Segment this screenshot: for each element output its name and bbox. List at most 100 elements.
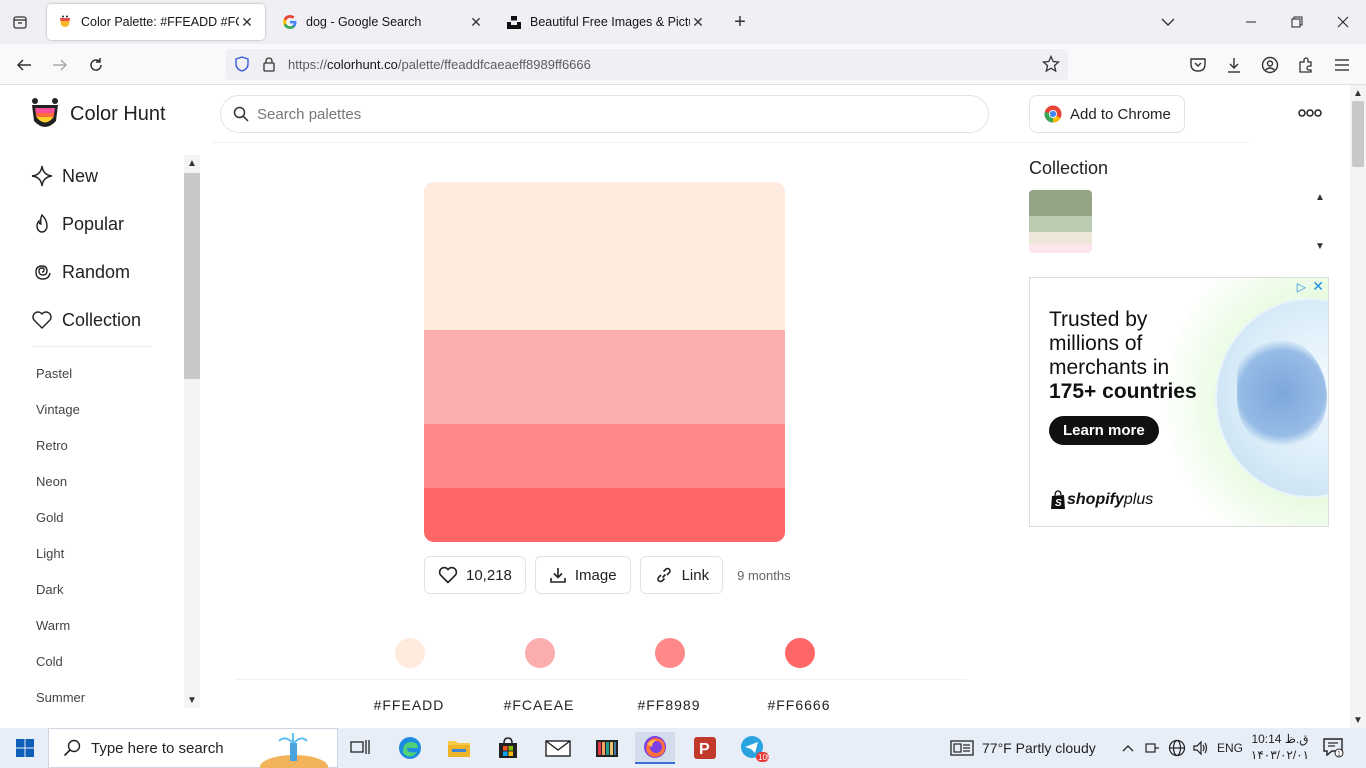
tag-link-vintage[interactable]: Vintage [36,402,80,417]
scroll-down-arrow-icon[interactable]: ▼ [184,692,200,708]
tag-link-summer[interactable]: Summer [36,690,85,705]
tag-link-dark[interactable]: Dark [36,582,63,597]
add-to-chrome-button[interactable]: Add to Chrome [1029,95,1185,133]
telegram-taskbar-button[interactable]: 105 [734,732,774,764]
page-scrollbar[interactable]: ▲ ▼ [1350,85,1366,728]
extensions-button[interactable] [1293,52,1319,78]
tag-link-warm[interactable]: Warm [36,618,70,633]
more-options-button[interactable] [1296,103,1324,123]
firefox-taskbar-button[interactable] [635,732,675,764]
downloads-button[interactable] [1221,52,1247,78]
edge-taskbar-button[interactable] [390,732,430,764]
tab-overflow-button[interactable] [1156,10,1180,34]
sidebar-item-popular[interactable]: Popular [30,209,124,239]
tab-unsplash[interactable]: Beautiful Free Images & Pictures ✕ [496,4,716,40]
palette-swatch-1[interactable] [424,182,785,330]
scroll-up-arrow-icon[interactable]: ▲ [184,155,200,171]
volume-button[interactable] [1191,738,1211,758]
telegram-badge: 105 [758,753,769,762]
weather-widget[interactable]: 77°F Partly cloudy [950,728,1096,768]
store-taskbar-button[interactable] [488,732,528,764]
tag-link-cold[interactable]: Cold [36,654,63,669]
hex-code-3[interactable]: #FF8989 [619,697,719,713]
colorhunt-logo[interactable]: Color Hunt [28,97,166,131]
forward-button[interactable] [47,52,73,78]
url-bar[interactable]: https://colorhunt.co/palette/ffeaddfcaea… [226,49,1068,80]
psiphon-taskbar-button[interactable]: P [685,732,725,764]
tag-link-retro[interactable]: Retro [36,438,68,453]
restore-button[interactable] [1282,8,1312,36]
tracking-protection-icon[interactable] [234,56,250,77]
color-dot-1[interactable] [395,638,425,668]
app-menu-button[interactable] [1329,52,1355,78]
pocket-button[interactable] [1185,52,1211,78]
palette-swatch-3[interactable] [424,424,785,488]
close-ad-icon[interactable]: ✕ [1312,278,1324,295]
page-scroll-thumb[interactable] [1352,101,1364,167]
sidebar-item-random[interactable]: Random [30,257,130,287]
taskbar-clock[interactable]: 10:14 ق.ظ ۱۴۰۳/۰۲/۰۱ [1250,731,1310,763]
language-indicator[interactable]: ENG [1216,738,1244,758]
app-taskbar-button[interactable] [587,732,627,764]
close-tab-icon[interactable]: ✕ [468,14,484,30]
palette-swatch-2[interactable] [424,330,785,424]
scroll-down-arrow-icon[interactable]: ▼ [1350,712,1366,728]
like-button[interactable]: 10,218 [424,556,526,594]
tab-google-search[interactable]: dog - Google Search ✕ [272,4,494,40]
network-button[interactable] [1167,738,1187,758]
tag-link-light[interactable]: Light [36,546,64,561]
sidebar-scrollbar[interactable]: ▲ ▼ [184,155,200,708]
color-dot-2[interactable] [525,638,555,668]
color-dot-4[interactable] [785,638,815,668]
scroll-down-arrow-icon[interactable]: ▼ [1313,239,1327,253]
download-image-button[interactable]: Image [534,556,631,594]
lock-icon[interactable] [262,56,276,77]
close-tab-icon[interactable]: ✕ [239,14,255,30]
tag-link-neon[interactable]: Neon [36,474,67,489]
new-tab-button[interactable]: + [728,10,752,34]
hex-code-1[interactable]: #FFEADD [359,697,459,713]
sidebar-scroll-thumb[interactable] [184,173,200,379]
sidebar-item-collection[interactable]: Collection [30,305,141,335]
search-bar[interactable] [220,95,989,133]
palette-swatch-4[interactable] [424,488,785,542]
task-view-button[interactable] [340,732,380,764]
back-button[interactable] [11,52,37,78]
bookmark-star-icon[interactable] [1041,54,1061,78]
collection-palette-thumb[interactable] [1029,190,1092,253]
account-button[interactable] [1257,52,1283,78]
close-window-button[interactable] [1328,8,1358,36]
scroll-up-arrow-icon[interactable]: ▲ [1350,85,1366,101]
shopify-ad[interactable]: ▷ ✕ Trusted by millions of merchants in … [1029,277,1329,527]
color-dot-3[interactable] [655,638,685,668]
scroll-up-arrow-icon[interactable]: ▲ [1313,190,1327,204]
reload-button[interactable] [83,52,109,78]
sidebar-item-new[interactable]: New [30,161,98,191]
hex-code-4[interactable]: #FF6666 [749,697,849,713]
palette-card[interactable] [424,182,785,542]
file-explorer-taskbar-button[interactable] [439,732,479,764]
hex-code-2[interactable]: #FCAEAE [489,697,589,713]
shopify-plus-logo: S shopify plus [1049,490,1153,510]
tab-list-button[interactable] [8,10,32,34]
start-button[interactable] [4,728,46,768]
mail-taskbar-button[interactable] [538,732,578,764]
tab-color-palette[interactable]: Color Palette: #FFEADD #FCAEAE ✕ [47,4,265,40]
collection-scrollbar[interactable]: ▲ ▼ [1313,190,1327,253]
notification-center-button[interactable]: 1 [1322,736,1346,760]
learn-more-button[interactable]: Learn more [1049,416,1159,445]
browser-tab-bar: Color Palette: #FFEADD #FCAEAE ✕ dog - G… [0,0,1366,44]
adchoices-icon[interactable]: ▷ [1297,280,1306,294]
tag-link-gold[interactable]: Gold [36,510,63,525]
battery-button[interactable] [1143,738,1161,758]
close-tab-icon[interactable]: ✕ [690,14,706,30]
minimize-button[interactable] [1236,8,1266,36]
color-dots-divider [236,679,966,680]
tag-link-pastel[interactable]: Pastel [36,366,72,381]
copy-link-button[interactable]: Link [639,556,724,594]
url-text[interactable]: https://colorhunt.co/palette/ffeaddfcaea… [288,57,591,72]
show-hidden-icons-button[interactable] [1120,738,1136,758]
taskbar-search-box[interactable]: Type here to search [48,728,338,768]
search-input[interactable] [257,105,957,123]
ad-headline-line: Trusted by [1049,308,1148,331]
